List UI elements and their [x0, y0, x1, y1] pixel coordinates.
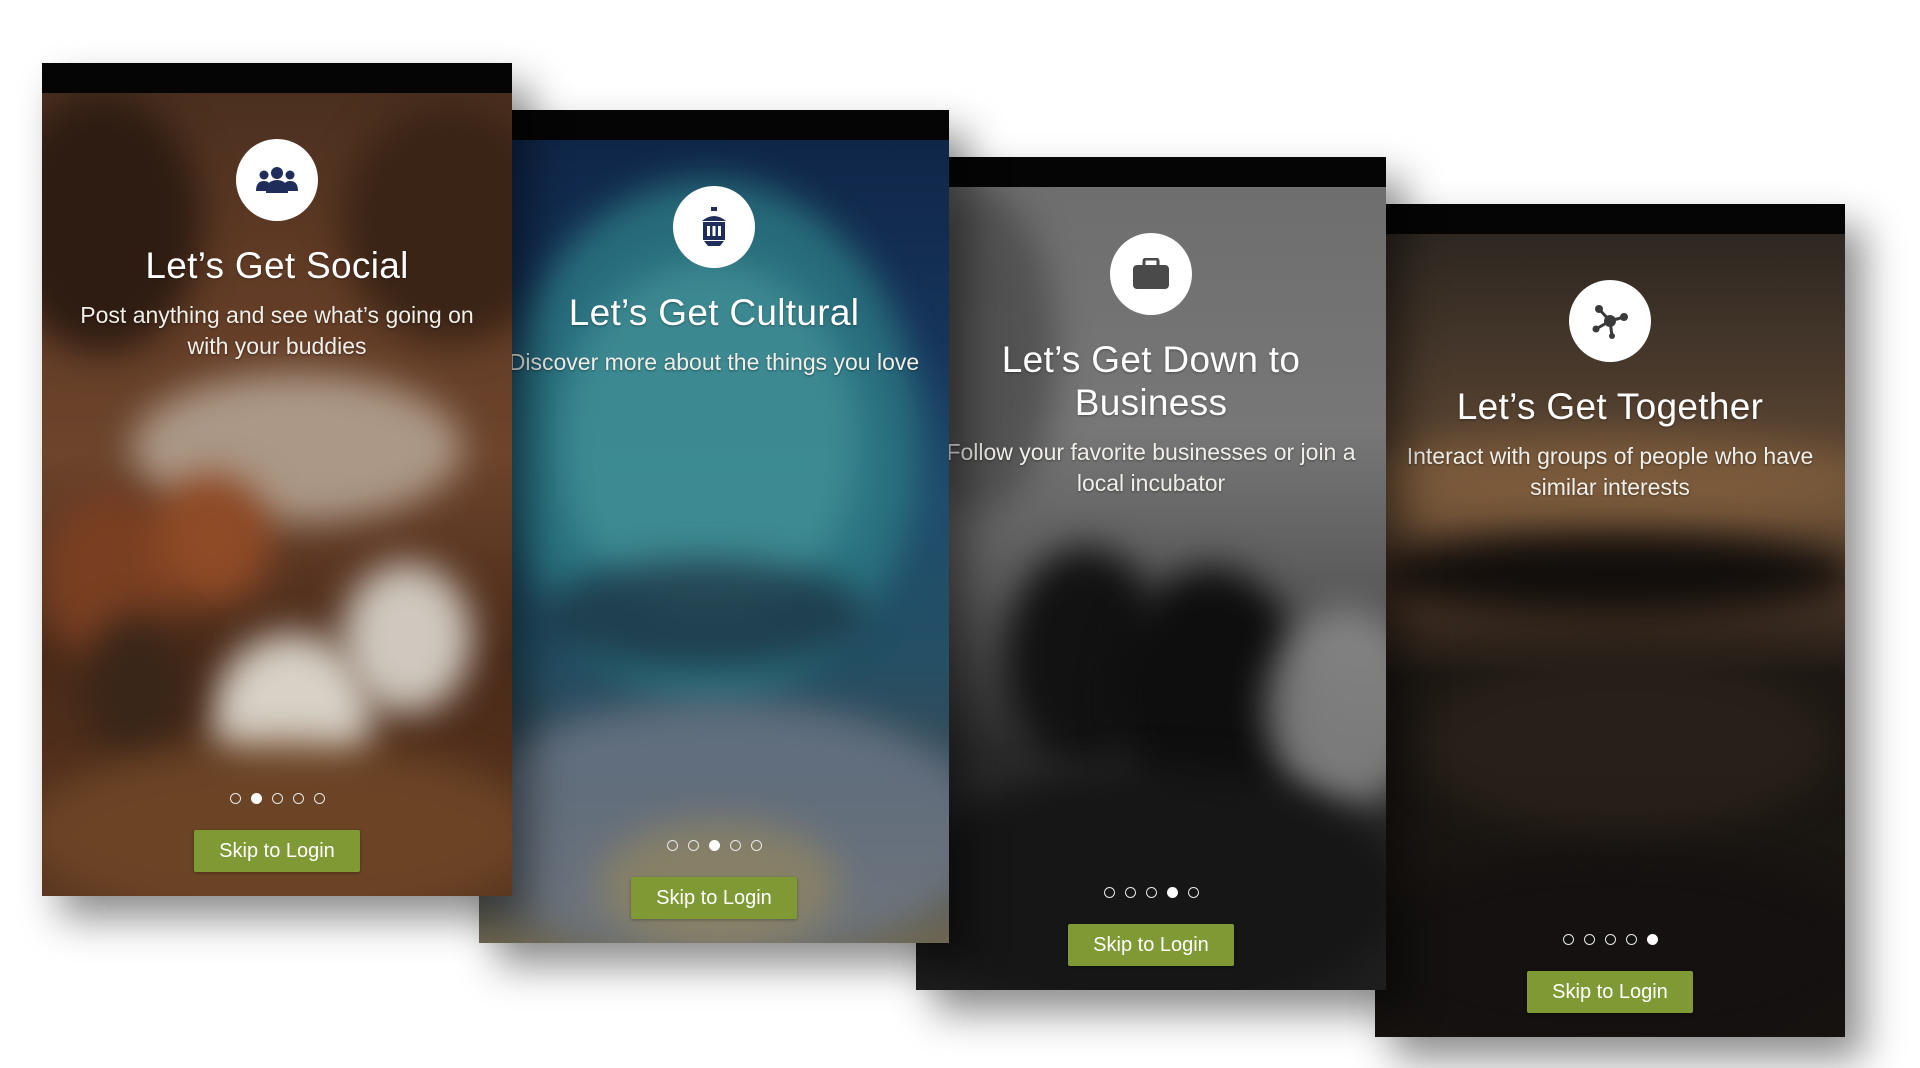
pagination-dots — [479, 840, 949, 851]
pagination-dots — [916, 887, 1386, 898]
status-bar — [479, 110, 949, 140]
pagination-dot-active[interactable] — [1166, 887, 1178, 898]
pagination-dot[interactable] — [292, 793, 304, 804]
screen-description: Follow your favorite businesses or join … — [946, 439, 1356, 497]
pagination-dot-active[interactable] — [708, 840, 720, 851]
pagination-dot[interactable] — [666, 840, 678, 851]
pagination-dots — [1375, 934, 1845, 945]
screen-title: Let’s Get Social — [145, 245, 409, 286]
onboarding-screen-business: Let’s Get Down to Business Follow your f… — [916, 157, 1386, 990]
screen-description: Post anything and see what’s going on wi… — [80, 302, 474, 360]
briefcase-icon — [1133, 258, 1169, 289]
pagination-dot[interactable] — [1583, 934, 1595, 945]
onboarding-screen-together: Let’s Get Together Interact with groups … — [1375, 204, 1845, 1037]
screen-title: Let’s Get Together — [1456, 386, 1764, 427]
pagination-dots — [42, 793, 512, 804]
pagination-dot[interactable] — [271, 793, 283, 804]
pagination-dot[interactable] — [1145, 887, 1157, 898]
pagination-dot-active[interactable] — [1646, 934, 1658, 945]
pagination-dot[interactable] — [687, 840, 699, 851]
pagination-dot[interactable] — [750, 840, 762, 851]
screen-description: Interact with groups of people who have … — [1406, 443, 1814, 501]
status-bar — [1375, 204, 1845, 234]
pagination-dot[interactable] — [1604, 934, 1616, 945]
pagination-dot[interactable] — [1103, 887, 1115, 898]
status-bar — [42, 63, 512, 93]
status-bar — [916, 157, 1386, 187]
screen-title: Let’s Get Down to Business — [1001, 339, 1301, 423]
skip-to-login-button[interactable]: Skip to Login — [1527, 971, 1693, 1013]
pagination-dot-active[interactable] — [250, 793, 262, 804]
pagination-dot[interactable] — [1625, 934, 1637, 945]
pagination-dot[interactable] — [729, 840, 741, 851]
people-icon — [256, 167, 298, 193]
pagination-dot[interactable] — [1187, 887, 1199, 898]
screen-description: Discover more about the things you love — [508, 349, 920, 375]
pagination-dot[interactable] — [1562, 934, 1574, 945]
screen-title: Let’s Get Cultural — [568, 292, 860, 333]
pagination-dot[interactable] — [1124, 887, 1136, 898]
skip-to-login-button[interactable]: Skip to Login — [1068, 924, 1234, 966]
pagination-dot[interactable] — [229, 793, 241, 804]
icon-badge — [1110, 233, 1192, 315]
icon-badge — [236, 139, 318, 221]
pagination-dot[interactable] — [313, 793, 325, 804]
icon-badge — [673, 186, 755, 268]
onboarding-screen-cultural: Let’s Get Cultural Discover more about t… — [479, 110, 949, 943]
lantern-icon — [702, 207, 726, 246]
skip-to-login-button[interactable]: Skip to Login — [631, 877, 797, 919]
onboarding-screen-social: Let’s Get Social Post anything and see w… — [42, 63, 512, 896]
skip-to-login-button[interactable]: Skip to Login — [194, 830, 360, 872]
network-icon — [1592, 305, 1628, 339]
icon-badge — [1569, 280, 1651, 362]
